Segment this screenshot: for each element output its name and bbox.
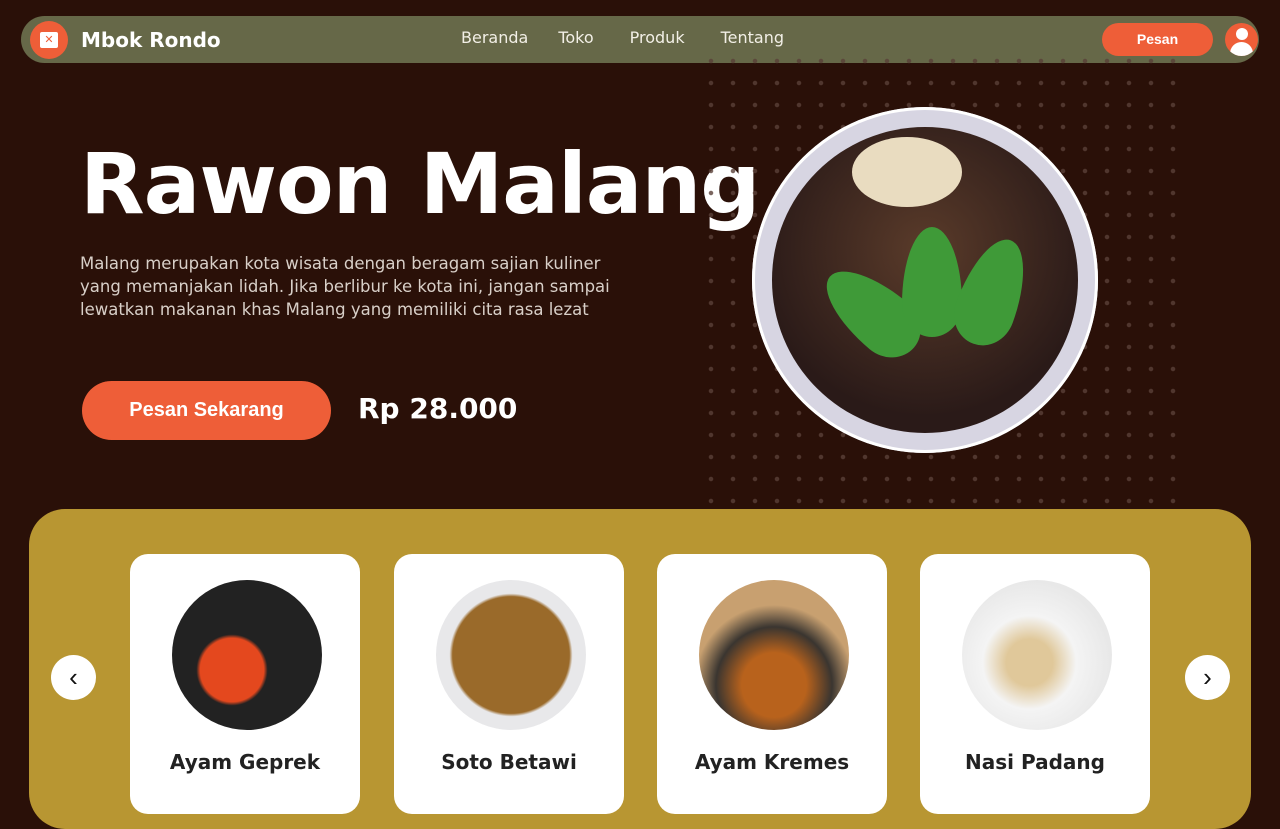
user-icon[interactable]	[1225, 23, 1258, 56]
chevron-right-icon[interactable]: ›	[1185, 655, 1230, 700]
product-image	[172, 580, 322, 730]
product-card[interactable]: Nasi Padang	[920, 554, 1150, 814]
product-card[interactable]: Soto Betawi	[394, 554, 624, 814]
product-name: Ayam Geprek	[169, 750, 321, 774]
hero-description: Malang merupakan kota wisata dengan bera…	[80, 254, 610, 319]
brand-name[interactable]: Mbok Rondo	[81, 28, 221, 52]
product-card[interactable]: Ayam Kremes	[657, 554, 887, 814]
order-now-button[interactable]: Pesan Sekarang	[82, 381, 331, 440]
hero-price: Rp 28.000	[358, 392, 518, 425]
hero-title: Rawon Malang	[80, 135, 760, 233]
chevron-left-icon[interactable]: ‹	[51, 655, 96, 700]
product-image	[699, 580, 849, 730]
product-name: Nasi Padang	[965, 750, 1105, 774]
product-name: Ayam Kremes	[694, 750, 850, 774]
product-card[interactable]: Ayam Geprek	[130, 554, 360, 814]
nav-link-tentang[interactable]: Tentang	[721, 28, 784, 47]
rawon-image	[752, 107, 1098, 453]
product-name: Soto Betawi	[441, 750, 577, 774]
nav-link-beranda[interactable]: Beranda	[461, 28, 528, 47]
nav-link-produk[interactable]: Produk	[630, 28, 685, 47]
shopping-bag-utensils-icon: ✕	[40, 32, 58, 48]
product-image	[436, 580, 586, 730]
nav-link-toko[interactable]: Toko	[558, 28, 593, 47]
product-image	[962, 580, 1112, 730]
logo[interactable]: ✕	[30, 21, 68, 59]
